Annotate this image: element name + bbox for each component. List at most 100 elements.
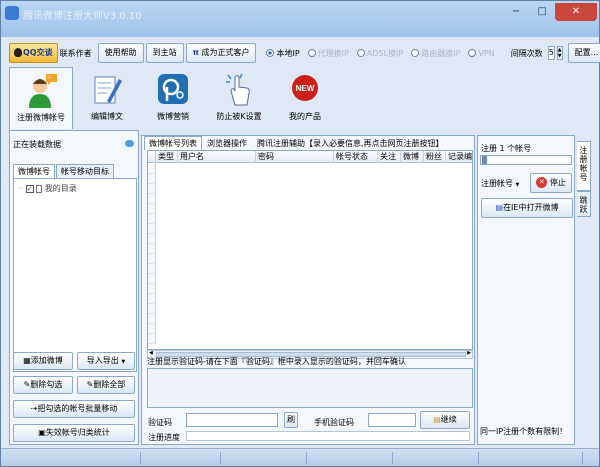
- side-tab-jump[interactable]: 跳跃: [577, 191, 591, 217]
- continue-button[interactable]: ▤继续: [420, 411, 470, 429]
- status-segment: [393, 452, 479, 464]
- captcha-input[interactable]: [186, 413, 278, 427]
- radio-icon: [411, 49, 420, 57]
- table-row: [148, 324, 156, 334]
- ip-option-proxy[interactable]: 代理换IP: [307, 48, 349, 59]
- button-label: 把勾选的帐号批量移动: [37, 404, 118, 413]
- batch-move-button[interactable]: ⇢把勾选的帐号批量移动: [13, 400, 135, 418]
- status-segment: [221, 452, 307, 464]
- stop-button[interactable]: ✕ 停止: [530, 173, 572, 193]
- config-button[interactable]: 配置...: [567, 43, 600, 63]
- nav-marketing[interactable]: 微博营销: [141, 67, 205, 129]
- status-segment: [1, 452, 141, 464]
- delete-all-button[interactable]: ✎删除全部: [77, 376, 135, 394]
- radio-icon: [266, 49, 275, 57]
- nav-label: 编辑博文: [91, 112, 123, 121]
- button-label: 导入导出: [86, 356, 119, 365]
- chevron-down-icon: ▼: [557, 53, 562, 59]
- table-row: [148, 174, 156, 184]
- table-row: [148, 284, 156, 294]
- svg-text:“: “: [48, 76, 51, 83]
- tab-move-target[interactable]: 帐号移动目标: [56, 164, 114, 178]
- folder-icon: [36, 184, 43, 193]
- nav-anti-ban[interactable]: 防止被K设置: [207, 67, 271, 129]
- column-header-username[interactable]: 用户名: [178, 151, 256, 163]
- row-indicator-header: [148, 151, 156, 163]
- import-export-button[interactable]: 导入导出 ▼: [77, 352, 135, 370]
- side-tab-register[interactable]: 注册帐号: [577, 141, 591, 191]
- open-in-ie-button[interactable]: ▤在IE中打开微博: [481, 198, 573, 218]
- ip-option-vpn[interactable]: VPN: [468, 49, 495, 58]
- maximize-button[interactable]: □: [529, 3, 555, 21]
- column-header-follow[interactable]: 关注: [378, 151, 401, 163]
- tab-account-list[interactable]: 微博帐号列表: [144, 136, 202, 150]
- ip-limit-note: 同一IP注册个数有限制！: [480, 427, 568, 436]
- contact-author-link[interactable]: 联系作者: [60, 48, 92, 59]
- mobile-captcha-label: 手机验证码: [314, 418, 354, 427]
- close-button[interactable]: ✕: [555, 3, 597, 21]
- help-button[interactable]: 使用帮助: [97, 43, 144, 63]
- table-row: [148, 204, 156, 214]
- table-row: [148, 234, 156, 244]
- button-label: 继续: [440, 415, 457, 424]
- interval-stepper[interactable]: ▲ ▼: [556, 46, 563, 60]
- hand-click-icon: [226, 73, 250, 106]
- status-segment: [307, 452, 393, 464]
- tree-item-my-directory[interactable]: ·· ✓ 我的目录: [18, 183, 77, 194]
- table-row: [148, 254, 156, 264]
- add-weibo-button[interactable]: ▦添加微博: [13, 352, 73, 370]
- ip-option-adsl[interactable]: ADSL换IP: [356, 48, 403, 59]
- svg-text:NEW: NEW: [296, 84, 315, 93]
- left-panel: 正在装载数据 微博帐号 帐号移动目标 ·· ✓ 我的目录 ▦添加微博 导入导出 …: [9, 130, 139, 445]
- column-header-fans[interactable]: 粉丝: [424, 151, 446, 163]
- status-segment: [479, 452, 583, 464]
- nav-edit-post[interactable]: 编辑博文: [75, 67, 139, 129]
- delete-checked-button[interactable]: ✎删除勾选: [13, 376, 73, 394]
- nav-register-account[interactable]: “ 注册微博帐号: [9, 67, 73, 129]
- column-header-record-no[interactable]: 记录编号: [446, 151, 472, 163]
- account-table[interactable]: 类型 用户名 密码 帐号状态 关注 微博 粉丝 记录编号: [147, 150, 473, 350]
- column-header-password[interactable]: 密码: [256, 151, 334, 163]
- interval-input[interactable]: 5: [547, 46, 555, 60]
- fail-stats-button[interactable]: ▣失效帐号归类统计: [13, 424, 135, 442]
- right-panel: 注册 1 个帐号 注册帐号 ▼ ✕ 停止 ▤在IE中打开微博 同一IP注册个数有…: [477, 135, 575, 445]
- button-label: 在IE中打开微博: [503, 203, 559, 212]
- toolbar: QQ交谈 联系作者 使用帮助 到主站 π 成为正式客户 本地IP 代理换IP A…: [9, 42, 600, 64]
- table-row: [148, 264, 156, 274]
- refresh-captcha-button[interactable]: 刷: [284, 412, 298, 428]
- formal-customer-button[interactable]: π 成为正式客户: [185, 43, 257, 63]
- qq-chat-button[interactable]: QQ交谈: [9, 43, 58, 63]
- dropdown-label: 注册帐号: [481, 179, 513, 188]
- register-count-label: 注册 1 个帐号: [481, 144, 532, 153]
- account-tree[interactable]: ·· ✓ 我的目录: [13, 178, 137, 372]
- minimize-button[interactable]: −: [503, 3, 529, 21]
- tab-register-assist[interactable]: 腾讯注册辅助【录入必要信息,再点击网页注册按钮】: [252, 136, 449, 150]
- ip-option-label: 代理换IP: [317, 48, 349, 58]
- column-header-status[interactable]: 帐号状态: [334, 151, 378, 163]
- edit-note-icon: [94, 76, 122, 104]
- register-mode-dropdown[interactable]: 注册帐号 ▼: [481, 178, 519, 189]
- register-count-slider[interactable]: [480, 155, 572, 165]
- main-window: 腾讯微博注册大师V3.0.10 − □ ✕ QQ交谈 联系作者 使用帮助 到主站…: [0, 0, 600, 467]
- radio-icon: [468, 49, 477, 57]
- table-header: 类型 用户名 密码 帐号状态 关注 微博 粉丝 记录编号: [148, 151, 472, 163]
- ip-option-router[interactable]: 路由器换IP: [411, 48, 460, 59]
- home-button[interactable]: 到主站: [145, 43, 184, 63]
- column-header-type[interactable]: 类型: [156, 151, 178, 163]
- user-register-icon: “: [29, 74, 57, 108]
- window-title: 腾讯微博注册大师V3.0.10: [23, 11, 142, 22]
- nav-my-products[interactable]: NEW 我的产品: [273, 67, 337, 129]
- formal-customer-label: 成为正式客户: [201, 48, 250, 57]
- captcha-hint: 注册显示验证码-请在下面『验证码』框中录入显示的验证码，并回车确认: [147, 357, 406, 366]
- radio-icon: [356, 49, 365, 57]
- tab-weibo-accounts[interactable]: 微博帐号: [13, 164, 55, 178]
- slider-thumb[interactable]: [482, 156, 487, 164]
- button-label: 停止: [549, 178, 566, 187]
- checkbox-icon[interactable]: ✓: [25, 184, 34, 193]
- mobile-captcha-input[interactable]: [368, 413, 416, 427]
- tab-browser[interactable]: 浏览器操作: [202, 136, 252, 150]
- ip-option-local[interactable]: 本地IP: [266, 48, 300, 59]
- column-header-weibo[interactable]: 微博: [401, 151, 424, 163]
- nav-label: 我的产品: [289, 112, 321, 121]
- chat-bubble-icon: [125, 140, 134, 147]
